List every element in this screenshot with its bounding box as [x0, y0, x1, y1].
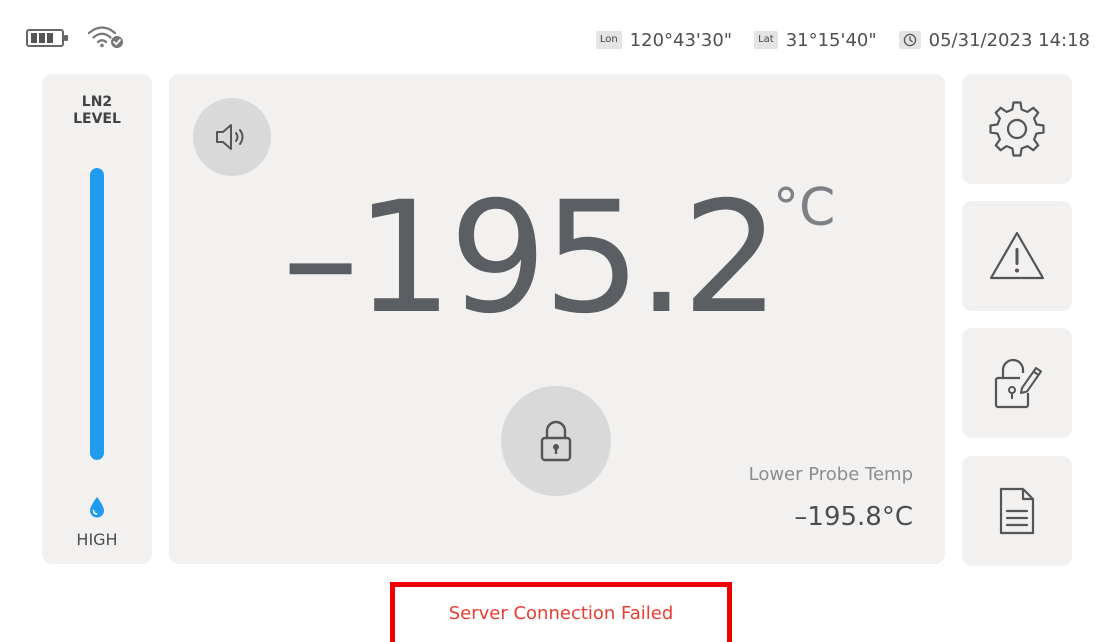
- ln2-level-bar: [90, 168, 104, 460]
- warning-icon: [989, 231, 1045, 280]
- longitude-tag: Lon: [595, 31, 622, 49]
- gear-icon: [989, 101, 1045, 157]
- lock-edit-icon: [994, 358, 1042, 409]
- lock-icon: [540, 420, 572, 462]
- latitude-tag: Lat: [754, 31, 778, 49]
- wifi-icon: [87, 26, 123, 48]
- location-time-readout: Lon 120°43'30" Lat 31°15'40" 05/31/2023 …: [595, 28, 1090, 52]
- ln2-level-fill: [90, 168, 104, 460]
- status-bar: Lon 120°43'30" Lat 31°15'40" 05/31/2023 …: [0, 0, 1104, 70]
- error-message: Server Connection Failed: [448, 603, 674, 624]
- error-banner: Server Connection Failed: [390, 582, 732, 642]
- temperature-reading: –195.2: [282, 169, 780, 348]
- ln2-level-status: HIGH: [76, 530, 118, 549]
- ln2-level-title: LN2 LEVEL: [42, 94, 152, 128]
- ln2-title-line1: LN2: [81, 94, 113, 110]
- log-button[interactable]: [962, 456, 1072, 566]
- temperature-unit: °C: [773, 178, 836, 238]
- probe-temp-value: –195.8°C: [794, 502, 913, 532]
- ln2-title-line2: LEVEL: [73, 111, 121, 127]
- clock-icon: [898, 31, 921, 49]
- alarm-button[interactable]: [962, 201, 1072, 311]
- drop-icon: [90, 497, 104, 518]
- document-icon: [999, 487, 1035, 535]
- latitude-value: 31°15'40": [785, 29, 877, 51]
- lock-button[interactable]: [501, 386, 611, 496]
- ln2-level-panel: LN2 LEVEL HIGH: [42, 74, 152, 564]
- speaker-icon: [216, 124, 244, 150]
- battery-icon: [26, 29, 68, 47]
- settings-button[interactable]: [962, 74, 1072, 184]
- probe-temp-label: Lower Probe Temp: [748, 464, 913, 485]
- datetime: 05/31/2023 14:18: [928, 29, 1090, 51]
- lock-settings-button[interactable]: [962, 328, 1072, 438]
- temperature-panel: –195.2 °C Lower Probe Temp –195.8°C: [169, 74, 945, 564]
- mute-button[interactable]: [193, 98, 271, 176]
- longitude-value: 120°43'30": [629, 29, 733, 51]
